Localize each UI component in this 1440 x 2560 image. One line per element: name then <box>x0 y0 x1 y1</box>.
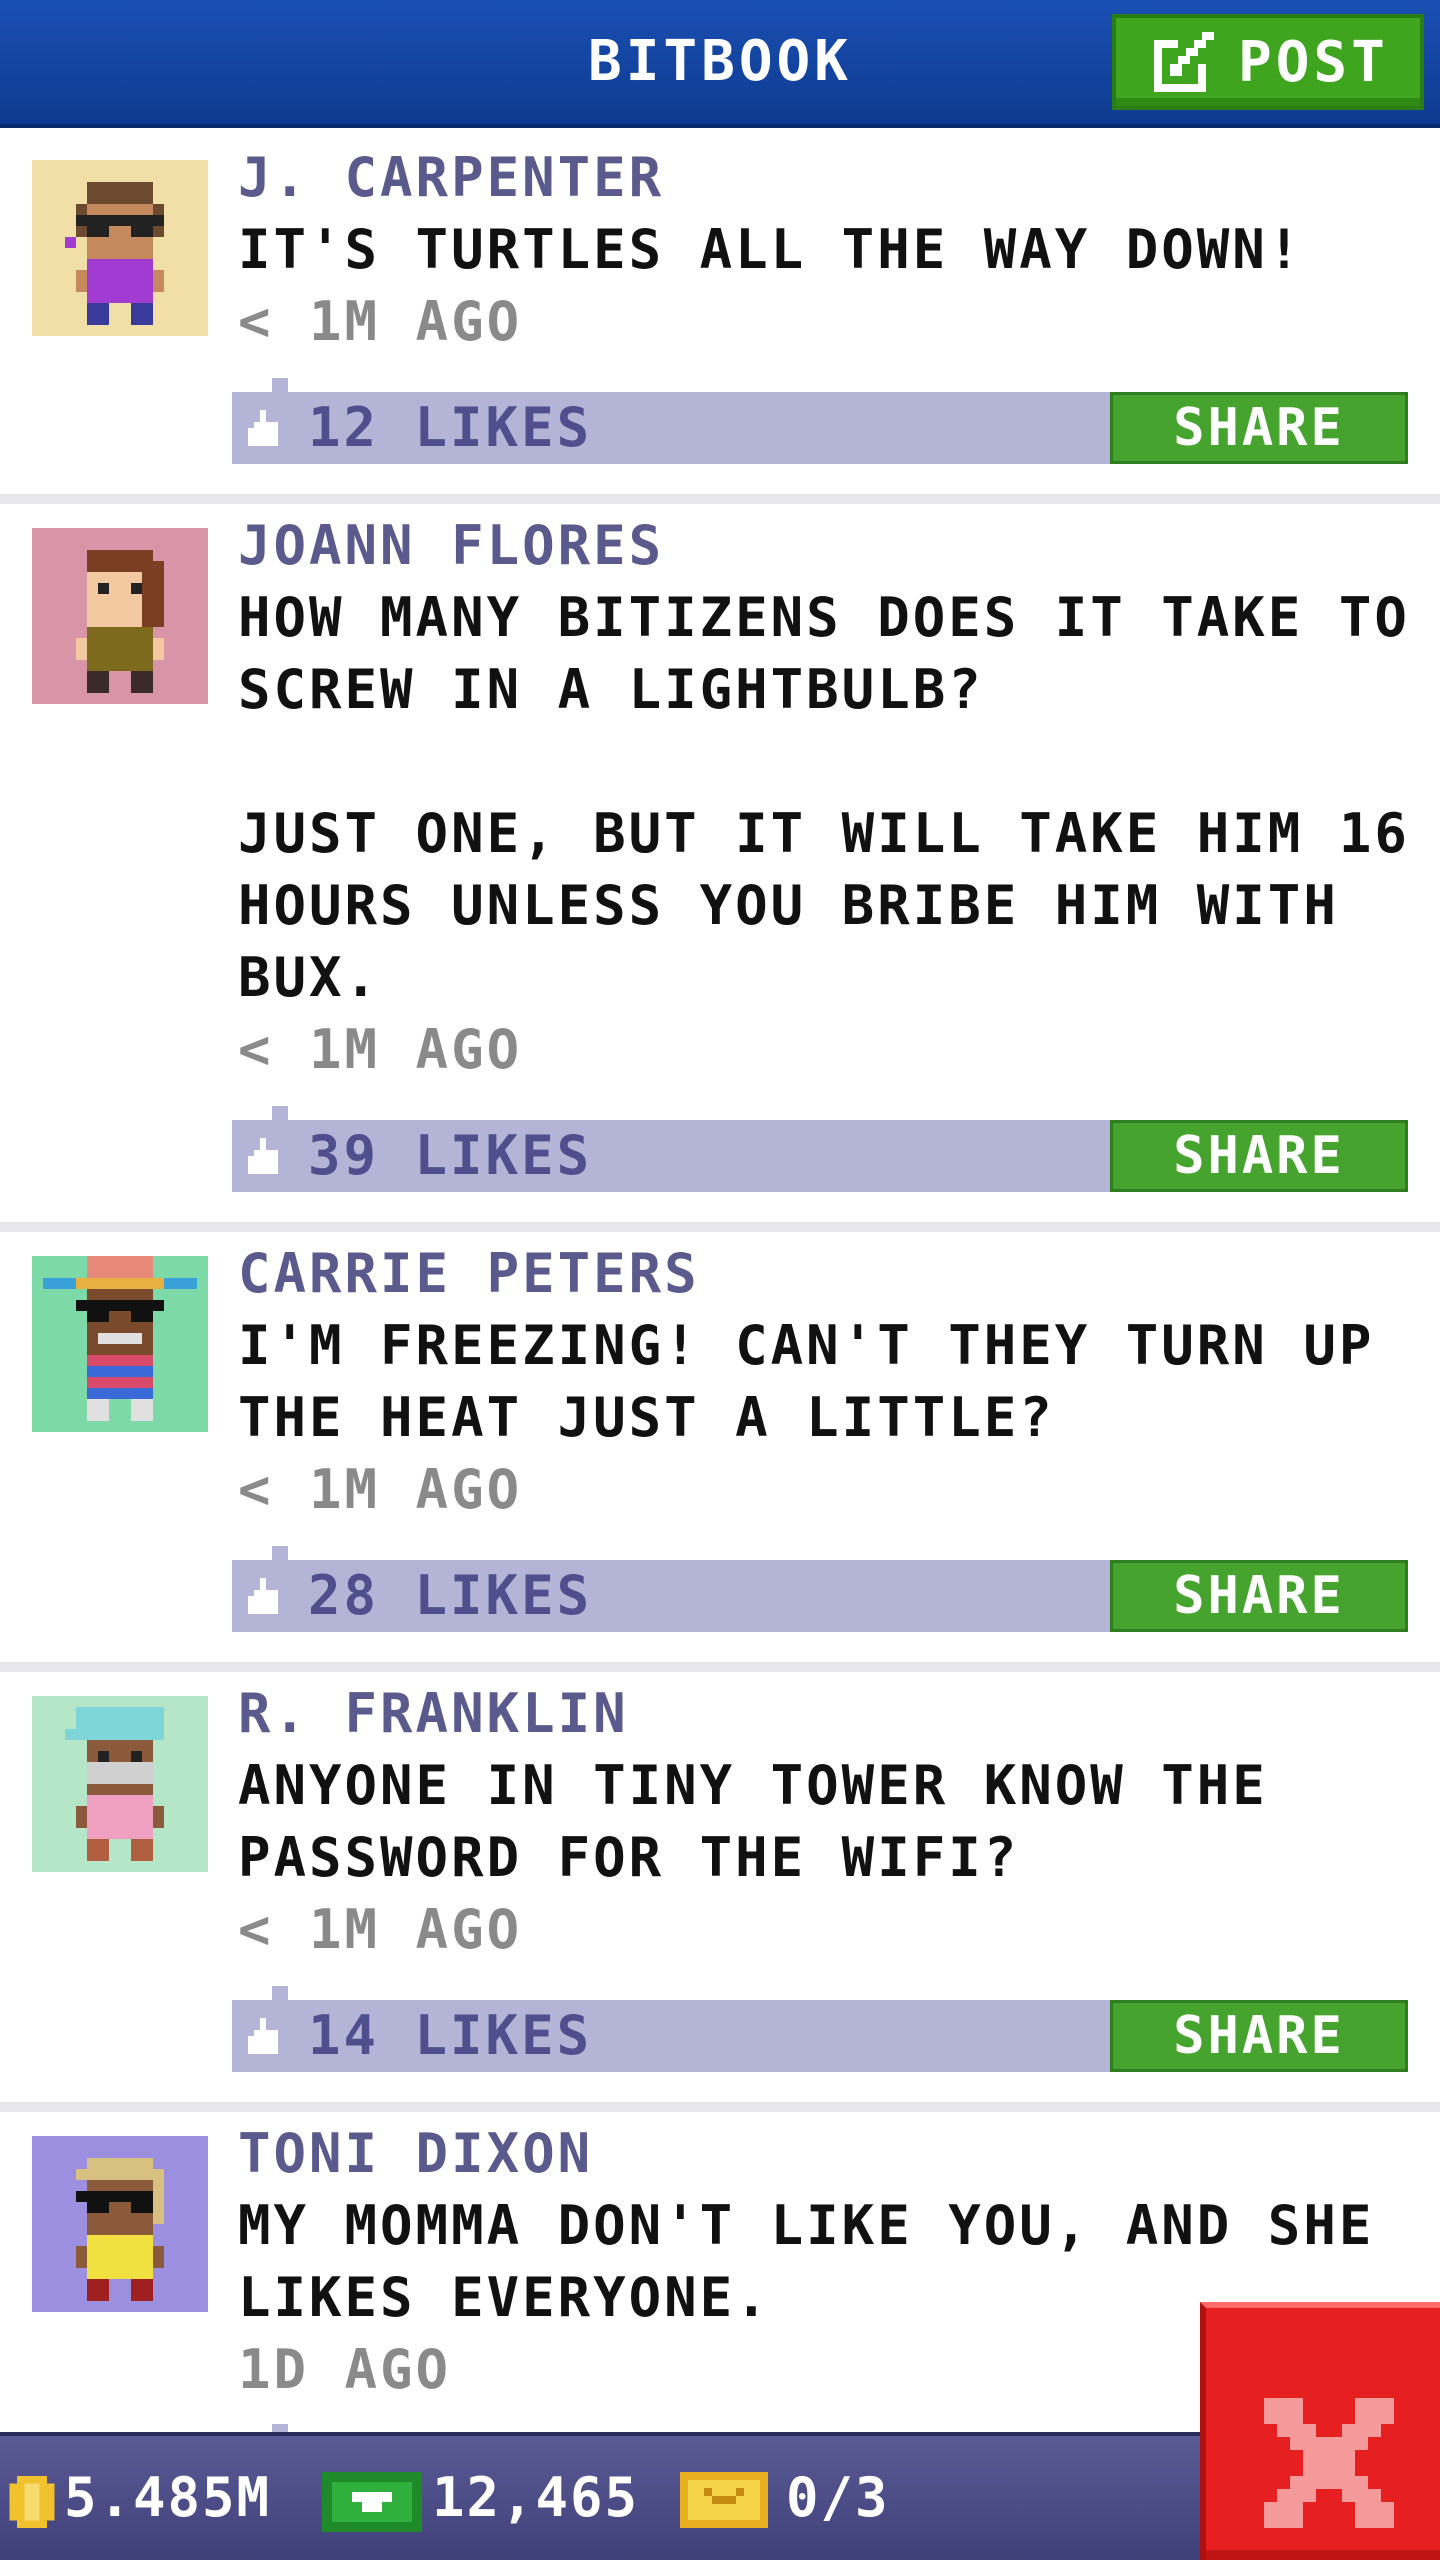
post-author[interactable]: TONI DIXON <box>238 2118 593 2190</box>
post-time: < 1M AGO <box>238 1458 523 1521</box>
like-bar: 39 LIKES SHARE <box>232 1106 1408 1192</box>
feed-post: J. CARPENTER IT'S TURTLES ALL THE WAY DO… <box>0 132 1440 504</box>
post-author[interactable]: CARRIE PETERS <box>238 1238 700 1310</box>
feed-post: JOANN FLORES HOW MANY BITIZENS DOES IT T… <box>0 504 1440 1232</box>
close-icon <box>1264 2398 1394 2528</box>
bux-icon <box>322 2472 422 2532</box>
feed-post: R. FRANKLIN ANYONE IN TINY TOWER KNOW TH… <box>0 1672 1440 2112</box>
edit-icon <box>1154 32 1214 92</box>
post-button-label: POST <box>1238 29 1389 95</box>
post-button[interactable]: POST <box>1112 14 1424 110</box>
likes-count[interactable]: 12 LIKES <box>308 392 592 464</box>
thumbs-up-icon <box>248 410 278 446</box>
thumbs-up-icon <box>248 2018 278 2054</box>
post-time: < 1M AGO <box>238 1898 523 1961</box>
share-button[interactable]: SHARE <box>1110 1560 1408 1632</box>
share-button[interactable]: SHARE <box>1110 1120 1408 1192</box>
avatar[interactable] <box>32 528 208 704</box>
like-bar: 28 LIKES SHARE <box>232 1546 1408 1632</box>
vip-count: 0/3 <box>786 2466 890 2529</box>
vip-ticket-icon <box>680 2472 768 2528</box>
post-message: ANYONE IN TINY TOWER KNOW THE PASSWORD F… <box>238 1754 1268 1889</box>
feed-post: CARRIE PETERS I'M FREEZING! CAN'T THEY T… <box>0 1232 1440 1672</box>
bux-count: 12,465 <box>432 2466 640 2529</box>
likes-count[interactable]: 39 LIKES <box>308 1120 592 1192</box>
share-button[interactable]: SHARE <box>1110 392 1408 464</box>
thumbs-up-icon <box>248 1578 278 1614</box>
post-author[interactable]: J. CARPENTER <box>238 142 664 214</box>
like-bar: 12 LIKES SHARE <box>232 378 1408 464</box>
post-time: < 1M AGO <box>238 1018 523 1081</box>
avatar[interactable] <box>32 160 208 336</box>
close-button[interactable] <box>1200 2302 1440 2560</box>
coin-icon <box>9 2476 55 2528</box>
app-header: BITBOOK POST <box>0 0 1440 128</box>
likes-count[interactable]: 28 LIKES <box>308 1560 592 1632</box>
likes-count[interactable]: 14 LIKES <box>308 2000 592 2072</box>
like-bar-nub <box>272 2424 288 2432</box>
post-message: I'M FREEZING! CAN'T THEY TURN UP THE HEA… <box>238 1314 1375 1449</box>
post-message: IT'S TURTLES ALL THE WAY DOWN! <box>238 218 1304 281</box>
post-time: 1D AGO <box>238 2338 452 2401</box>
thumbs-up-icon <box>248 1138 278 1174</box>
avatar[interactable] <box>32 1256 208 1432</box>
post-message: HOW MANY BITIZENS DOES IT TAKE TO SCREW … <box>238 586 1410 1009</box>
feed-list: J. CARPENTER IT'S TURTLES ALL THE WAY DO… <box>0 132 1440 2432</box>
like-bar: 14 LIKES SHARE <box>232 1986 1408 2072</box>
post-author[interactable]: JOANN FLORES <box>238 510 664 582</box>
post-author[interactable]: R. FRANKLIN <box>238 1678 629 1750</box>
avatar[interactable] <box>32 1696 208 1872</box>
post-time: < 1M AGO <box>238 290 523 353</box>
coins-count: 5.485M <box>64 2466 272 2529</box>
share-button[interactable]: SHARE <box>1110 2000 1408 2072</box>
avatar[interactable] <box>32 2136 208 2312</box>
